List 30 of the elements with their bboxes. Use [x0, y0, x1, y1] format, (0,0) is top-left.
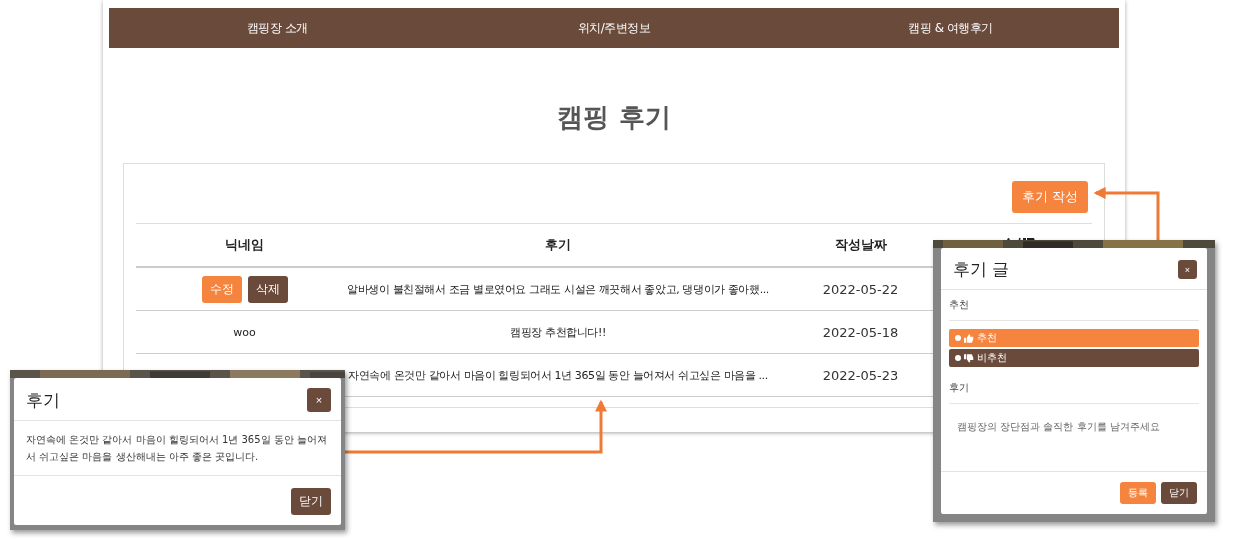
modal-title: 후기 글 — [953, 258, 1010, 281]
recommend-option[interactable]: 비추천 — [949, 349, 1199, 367]
modal-title: 후기 — [26, 388, 60, 412]
review-cell[interactable]: 자연속에 온것만 같아서 마음이 힐링되어서 1년 365일 동안 늘어져서 쉬고싶은 마음을 ... — [348, 367, 768, 383]
nav-link[interactable]: 위치/주변정보 — [445, 19, 783, 37]
column-header: 닉네임 — [224, 236, 265, 254]
field-label: 추천 — [949, 290, 1199, 321]
thumbs-down-icon — [964, 353, 974, 363]
close-button[interactable]: × — [1178, 260, 1197, 279]
field-label: 후기 — [949, 373, 1199, 404]
radio-icon — [955, 355, 961, 361]
thumbs-up-icon — [964, 333, 974, 343]
nav-link[interactable]: 캠핑장 소개 — [109, 19, 446, 37]
close-button[interactable]: 닫기 — [291, 488, 331, 515]
date-cell: 2022-05-18 — [822, 324, 899, 340]
date-cell: 2022-05-22 — [822, 281, 899, 297]
nickname-cell: woo — [233, 325, 256, 339]
radio-icon — [955, 335, 961, 341]
delete-button[interactable]: 삭제 — [247, 275, 288, 303]
column-header: 후기 — [544, 236, 572, 254]
close-button[interactable]: × — [307, 388, 331, 412]
date-cell: 2022-05-23 — [822, 367, 899, 383]
review-cell[interactable]: 캠핑장 추천합니다!! — [510, 324, 606, 340]
nav-link[interactable]: 캠핑 & 여행후기 — [782, 19, 1119, 37]
column-header: 작성날짜 — [833, 236, 888, 254]
review-cell[interactable]: 알바생이 불친절해서 조금 별로였어요 그래도 시설은 깨끗해서 좋았고, 댕댕이가 좋아했... — [347, 281, 769, 297]
page-title: 캠핑 후기 — [556, 101, 672, 134]
arrow — [1093, 187, 1160, 240]
close-button[interactable]: 닫기 — [1161, 482, 1197, 504]
review-text: 자연속에 온것만 같아서 마음이 힐링되어서 1년 365일 동안 늘어져서 쉬고싶은 마음을 생산해내는 아주 좋은 곳입니다. — [14, 421, 341, 476]
